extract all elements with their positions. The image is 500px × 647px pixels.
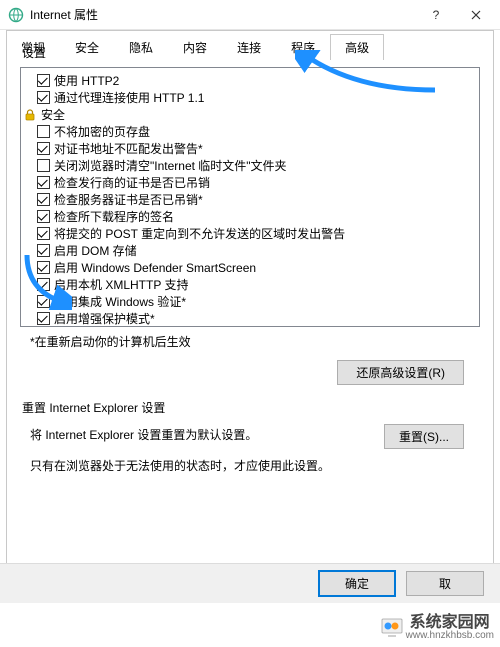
checkbox[interactable]	[37, 74, 50, 87]
checkbox[interactable]	[37, 142, 50, 155]
watermark-name: 系统家园网	[410, 615, 494, 631]
tree-item-label: 启用 Windows Defender SmartScreen	[54, 259, 256, 276]
restart-note: *在重新启动你的计算机后生效	[30, 333, 478, 350]
tree-item-label: 对证书地址不匹配发出警告*	[54, 140, 203, 157]
settings-tree[interactable]: 使用 HTTP2通过代理连接使用 HTTP 1.1安全不将加密的页存盘对证书地址…	[20, 67, 480, 327]
checkbox[interactable]	[37, 193, 50, 206]
tree-item[interactable]: 将提交的 POST 重定向到不允许发送的区域时发出警告	[23, 225, 477, 242]
tree-item-label: 检查服务器证书是否已吊销*	[54, 191, 203, 208]
tree-item[interactable]: 关闭浏览器时清空"Internet 临时文件"文件夹	[23, 157, 477, 174]
tree-item-label: 安全	[41, 106, 65, 123]
tree-item[interactable]: 启用 DOM 存储	[23, 242, 477, 259]
checkbox[interactable]	[37, 159, 50, 172]
reset-button[interactable]: 重置(S)...	[384, 424, 464, 449]
internet-options-icon	[8, 7, 24, 23]
tree-item[interactable]: 启用集成 Windows 验证*	[23, 293, 477, 310]
tree-category: 安全	[23, 106, 477, 123]
annotation-arrow-to-item	[22, 250, 72, 310]
tree-item-label: 启用增强保护模式*	[54, 310, 155, 327]
tree-item[interactable]: 检查发行商的证书是否已吊销	[23, 174, 477, 191]
reset-note: 只有在浏览器处于无法使用的状态时，才应使用此设置。	[30, 457, 478, 474]
tree-item-label: 将提交的 POST 重定向到不允许发送的区域时发出警告	[54, 225, 345, 242]
tree-item[interactable]: 对证书地址不匹配发出警告*	[23, 140, 477, 157]
checkbox[interactable]	[37, 176, 50, 189]
titlebar: Internet 属性 ?	[0, 0, 500, 30]
tree-item[interactable]: 启用 Windows Defender SmartScreen	[23, 259, 477, 276]
tree-item-label: 关闭浏览器时清空"Internet 临时文件"文件夹	[54, 157, 287, 174]
tree-item[interactable]: 检查所下载程序的签名	[23, 208, 477, 225]
window-title: Internet 属性	[30, 6, 416, 23]
tree-item-label: 通过代理连接使用 HTTP 1.1	[54, 89, 204, 106]
close-button[interactable]	[456, 0, 496, 30]
checkbox[interactable]	[37, 312, 50, 325]
lock-icon	[23, 108, 37, 122]
checkbox[interactable]	[37, 227, 50, 240]
tree-item[interactable]: 检查服务器证书是否已吊销*	[23, 191, 477, 208]
advanced-panel: 设置 使用 HTTP2通过代理连接使用 HTTP 1.1安全不将加密的页存盘对证…	[6, 30, 494, 591]
tree-item-label: 不将加密的页存盘	[54, 123, 150, 140]
restore-advanced-button[interactable]: 还原高级设置(R)	[337, 360, 464, 385]
watermark-icon	[380, 616, 404, 640]
tree-item-label: 检查发行商的证书是否已吊销	[54, 174, 210, 191]
tree-item-label: 检查所下载程序的签名	[54, 208, 174, 225]
tree-item-label: 启用本机 XMLHTTP 支持	[54, 276, 188, 293]
tree-item-label: 启用集成 Windows 验证*	[54, 293, 186, 310]
watermark: 系统家园网 www.hnzkhbsb.com	[380, 615, 494, 641]
watermark-url: www.hnzkhbsb.com	[406, 631, 494, 641]
annotation-arrow-to-tab	[295, 50, 445, 100]
tree-item-label: 使用 HTTP2	[54, 72, 119, 89]
help-button[interactable]: ?	[416, 0, 456, 30]
tree-item[interactable]: 启用本机 XMLHTTP 支持	[23, 276, 477, 293]
reset-group-label: 重置 Internet Explorer 设置	[22, 399, 480, 416]
checkbox[interactable]	[37, 91, 50, 104]
checkbox[interactable]	[37, 210, 50, 223]
tree-item[interactable]: 不将加密的页存盘	[23, 123, 477, 140]
checkbox[interactable]	[37, 125, 50, 138]
tree-item[interactable]: 启用增强保护模式*	[23, 310, 477, 327]
reset-description: 将 Internet Explorer 设置重置为默认设置。	[30, 426, 257, 443]
